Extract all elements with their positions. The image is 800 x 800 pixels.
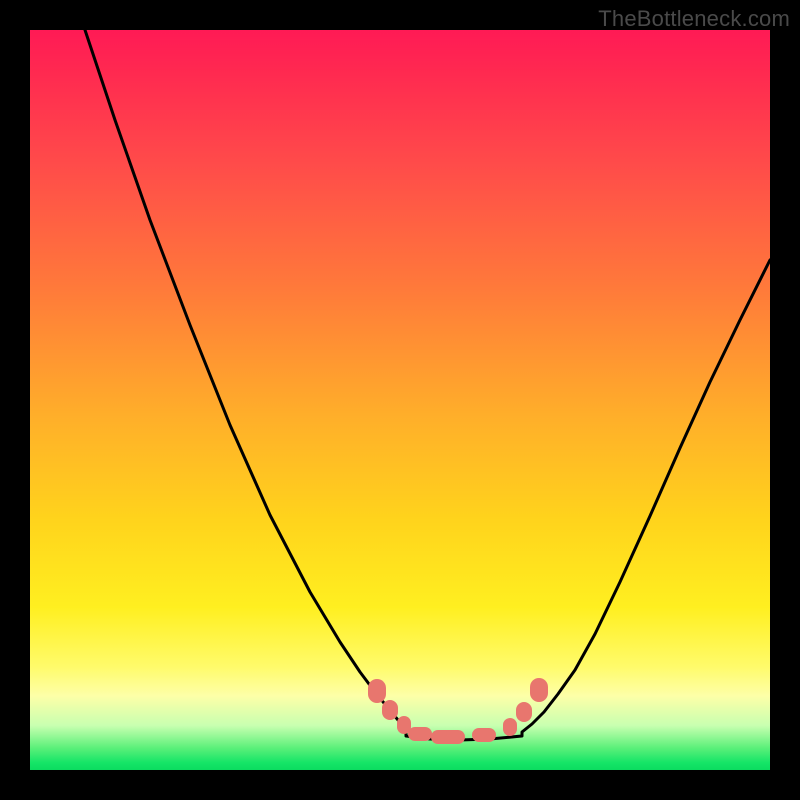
curve-marker — [472, 728, 496, 742]
chart-frame: TheBottleneck.com — [0, 0, 800, 800]
curve-marker — [431, 730, 465, 744]
curve-marker — [382, 700, 398, 720]
curve-layer — [30, 30, 770, 770]
bottleneck-curve — [85, 30, 770, 740]
curve-marker — [408, 727, 432, 741]
watermark-text: TheBottleneck.com — [598, 6, 790, 32]
curve-marker — [503, 718, 517, 736]
bottleneck-curves — [85, 30, 770, 740]
plot-area — [30, 30, 770, 770]
curve-marker — [368, 679, 386, 703]
curve-marker — [530, 678, 548, 702]
curve-marker — [516, 702, 532, 722]
